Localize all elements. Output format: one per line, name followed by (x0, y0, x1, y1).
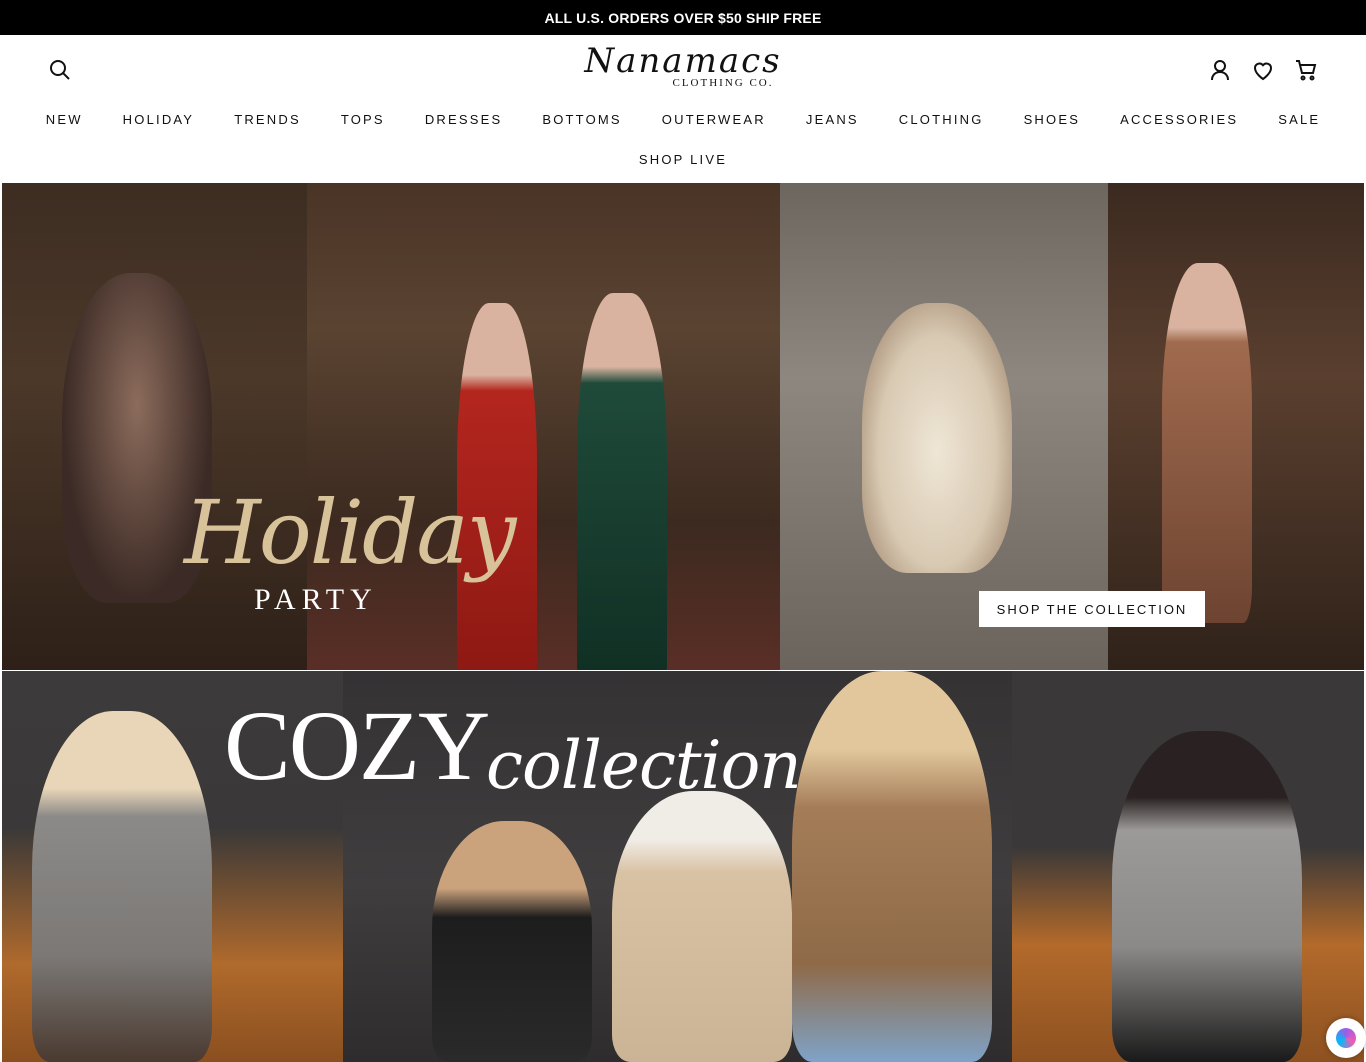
holiday-heading: Holiday PARTY (184, 483, 544, 623)
secondary-nav: SHOP LIVE (0, 151, 1366, 169)
model-black-sweater (432, 821, 592, 1062)
nav-item-accessories[interactable]: ACCESSORIES (1100, 111, 1258, 129)
chat-widget-button[interactable] (1326, 1018, 1366, 1058)
cart-button[interactable] (1293, 57, 1319, 83)
holiday-script-title: Holiday (184, 481, 517, 584)
site-header: Nanamacs CLOTHING CO. NEW HOLIDAY TRENDS… (0, 35, 1366, 183)
model-sequin-dress (1162, 263, 1252, 623)
nav-item-new[interactable]: NEW (26, 111, 103, 129)
nav-item-holiday[interactable]: HOLIDAY (103, 111, 215, 129)
model-sweater-vest (32, 711, 212, 1062)
nav-item-clothing[interactable]: CLOTHING (879, 111, 1004, 129)
announcement-text: ALL U.S. ORDERS OVER $50 SHIP FREE (544, 9, 822, 26)
cozy-title: COZY (224, 690, 490, 801)
cozy-script-title: collection (486, 727, 802, 804)
holiday-party-subtitle: PARTY (254, 583, 378, 616)
cozy-collection-banner[interactable]: COZY collection (2, 671, 1364, 1062)
wishlist-button[interactable] (1250, 57, 1276, 83)
announcement-bar: ALL U.S. ORDERS OVER $50 SHIP FREE (0, 0, 1366, 35)
nav-item-sale[interactable]: SALE (1258, 111, 1340, 129)
nav-item-jeans[interactable]: JEANS (786, 111, 879, 129)
nav-item-bottoms[interactable]: BOTTOMS (522, 111, 641, 129)
cozy-heading: COZY collection (224, 691, 804, 811)
model-green-gown (577, 293, 667, 670)
account-icon (1211, 60, 1229, 81)
search-button[interactable] (47, 57, 73, 83)
site-logo[interactable]: Nanamacs CLOTHING CO. (548, 43, 818, 95)
nav-item-outerwear[interactable]: OUTERWEAR (642, 111, 786, 129)
nav-item-shop-live[interactable]: SHOP LIVE (619, 151, 747, 169)
cart-icon (1296, 60, 1317, 81)
main-nav: NEW HOLIDAY TRENDS TOPS DRESSES BOTTOMS … (0, 111, 1366, 129)
nav-item-tops[interactable]: TOPS (321, 111, 405, 129)
nav-item-dresses[interactable]: DRESSES (405, 111, 523, 129)
model-fairisle-cardigan (792, 671, 992, 1062)
model-beanie-cardigan (612, 791, 792, 1062)
shop-the-collection-button[interactable]: SHOP THE COLLECTION (979, 591, 1205, 627)
nav-item-shoes[interactable]: SHOES (1004, 111, 1101, 129)
chat-icon (1336, 1028, 1356, 1048)
search-icon (50, 60, 70, 80)
holiday-party-banner[interactable]: Holiday PARTY SHOP THE COLLECTION (2, 183, 1364, 670)
model-white-dress (862, 303, 1012, 573)
heart-icon (1253, 62, 1273, 81)
nav-item-trends[interactable]: TRENDS (214, 111, 321, 129)
model-gray-sweater (1112, 731, 1302, 1062)
logo-wordmark: Nanamacs (584, 41, 782, 81)
account-button[interactable] (1207, 57, 1233, 83)
